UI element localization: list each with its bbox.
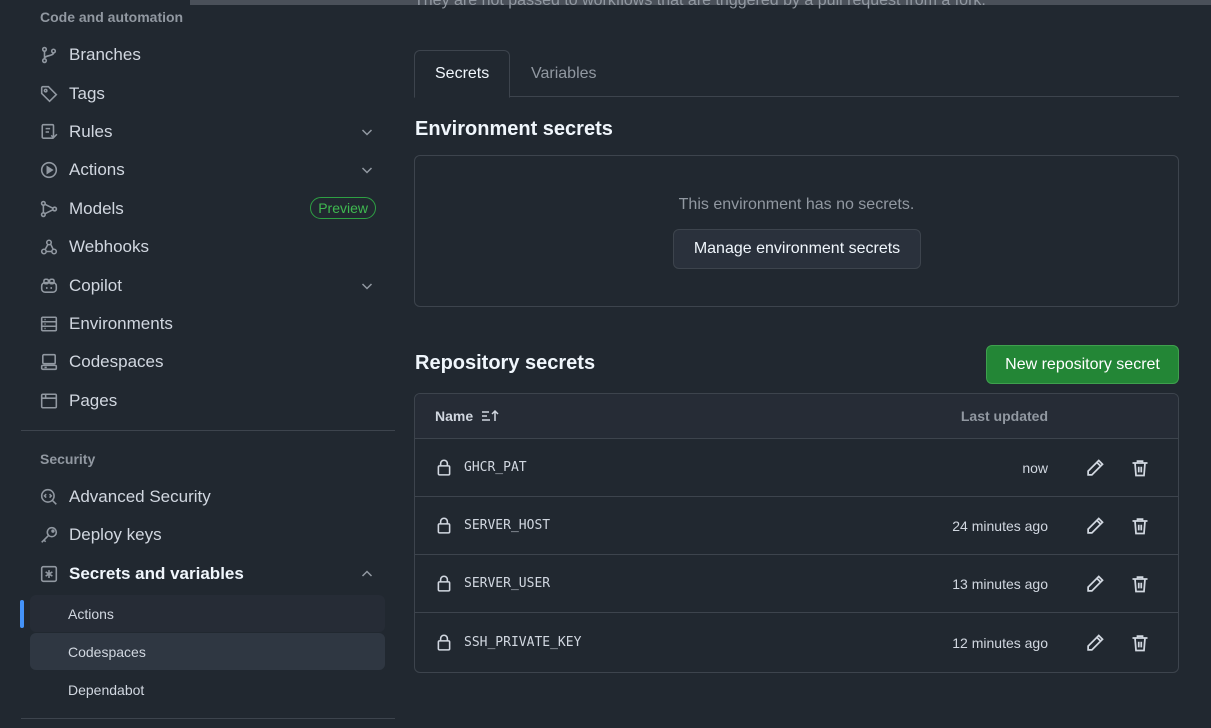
env-empty-message: This environment has no secrets. — [678, 196, 915, 213]
pencil-icon[interactable] — [1085, 574, 1105, 594]
preview-badge: Preview — [310, 197, 376, 219]
pencil-icon[interactable] — [1085, 516, 1105, 536]
pencil-icon[interactable] — [1085, 633, 1105, 653]
secret-updated: 12 minutes ago — [952, 635, 1048, 651]
sidebar-item-codespaces[interactable]: Codespaces — [30, 345, 385, 379]
sidebar-item-branches[interactable]: Branches — [30, 38, 385, 72]
intro-text: They are not passed to workflows that ar… — [414, 0, 986, 9]
sidebar-item-secrets-and-variables[interactable]: Secrets and variables — [30, 557, 385, 591]
sidebar-item-label: Tags — [69, 84, 105, 103]
secret-name: SSH_PRIVATE_KEY — [464, 635, 582, 650]
sort-icon — [482, 409, 499, 421]
secret-name: SERVER_USER — [464, 576, 551, 591]
codescan-icon — [39, 487, 59, 507]
asterisk-icon — [39, 564, 59, 584]
secret-updated: 13 minutes ago — [952, 576, 1048, 592]
sidebar-item-label: Rules — [69, 122, 113, 141]
sidebar-item-label: Pages — [69, 391, 118, 410]
tag-icon — [39, 84, 59, 104]
sidebar-item-label: Copilot — [69, 276, 122, 295]
sidebar-subitem-label: Actions — [68, 605, 114, 622]
secrets-main-panel: They are not passed to workflows that ar… — [414, 0, 1179, 728]
chevron-up-icon — [361, 570, 373, 577]
key-icon — [39, 525, 59, 545]
active-indicator — [20, 600, 24, 628]
rules-icon — [39, 122, 59, 142]
sidebar-item-environments[interactable]: Environments — [30, 307, 385, 341]
secret-name: SERVER_HOST — [464, 518, 551, 533]
chevron-down-icon — [361, 167, 373, 174]
sidebar-item-webhooks[interactable]: Webhooks — [30, 230, 385, 264]
trash-icon[interactable] — [1130, 516, 1150, 536]
pencil-icon[interactable] — [1085, 458, 1105, 478]
models-icon — [39, 199, 59, 219]
lock-icon — [437, 634, 451, 651]
lock-icon — [437, 517, 451, 534]
repository-secrets-table: Name Last updated GHCR_PAT now SERVER_HO… — [414, 393, 1179, 673]
sidebar-item-rules[interactable]: Rules — [30, 115, 385, 149]
sidebar-subitem-label: Codespaces — [68, 643, 146, 660]
table-row: SERVER_USER 13 minutes ago — [415, 555, 1178, 613]
sidebar-item-label: Models — [69, 199, 124, 218]
webhook-icon — [39, 237, 59, 257]
sidebar-item-advanced-security[interactable]: Advanced Security — [30, 480, 385, 514]
trash-icon[interactable] — [1130, 458, 1150, 478]
table-row: SERVER_HOST 24 minutes ago — [415, 497, 1178, 555]
settings-sidebar: Code and automation Branches Tags Rules … — [0, 0, 400, 728]
secret-name: GHCR_PAT — [464, 460, 527, 475]
sidebar-item-deploy-keys[interactable]: Deploy keys — [30, 518, 385, 552]
sidebar-item-pages[interactable]: Pages — [30, 384, 385, 418]
table-row: GHCR_PAT now — [415, 439, 1178, 497]
manage-environment-secrets-button[interactable]: Manage environment secrets — [673, 229, 921, 269]
chevron-down-icon — [361, 283, 373, 290]
play-icon — [39, 160, 59, 180]
sidebar-subitem-dependabot[interactable]: Dependabot — [30, 671, 385, 708]
lock-icon — [437, 575, 451, 592]
sidebar-subitem-actions[interactable]: Actions — [30, 595, 385, 632]
secret-updated: now — [1022, 460, 1048, 476]
lock-icon — [437, 459, 451, 476]
last-updated-column-header: Last updated — [960, 408, 1048, 424]
server-icon — [39, 314, 59, 334]
sidebar-divider — [21, 718, 395, 719]
table-row: SSH_PRIVATE_KEY 12 minutes ago — [415, 614, 1178, 672]
security-heading: Security — [40, 451, 96, 467]
name-column-label: Name — [435, 408, 474, 424]
new-repository-secret-button[interactable]: New repository secret — [986, 345, 1179, 384]
sidebar-item-label: Codespaces — [69, 352, 164, 371]
chevron-down-icon — [361, 129, 373, 136]
environment-secrets-box: This environment has no secrets. Manage … — [414, 155, 1179, 307]
sidebar-item-label: Branches — [69, 45, 141, 64]
sidebar-item-tags[interactable]: Tags — [30, 77, 385, 111]
table-header: Name Last updated — [415, 394, 1178, 439]
sidebar-divider — [21, 430, 395, 431]
trash-icon[interactable] — [1130, 633, 1150, 653]
sidebar-item-label: Advanced Security — [69, 487, 211, 506]
sidebar-item-label: Environments — [69, 314, 173, 333]
secrets-variables-tabs: Secrets Variables — [414, 50, 1179, 98]
sidebar-item-label: Secrets and variables — [69, 564, 244, 583]
tab-secrets[interactable]: Secrets — [414, 50, 511, 98]
trash-icon[interactable] — [1130, 574, 1150, 594]
sidebar-item-copilot[interactable]: Copilot — [30, 269, 385, 303]
branch-icon — [39, 45, 59, 65]
name-column-header[interactable]: Name — [435, 408, 501, 424]
sidebar-subitem-label: Dependabot — [68, 681, 145, 698]
environment-secrets-heading: Environment secrets — [415, 118, 613, 140]
secret-updated: 24 minutes ago — [952, 518, 1048, 534]
sidebar-item-label: Webhooks — [69, 237, 150, 256]
sidebar-item-models[interactable]: Models Preview — [30, 192, 385, 226]
tab-variables[interactable]: Variables — [511, 50, 617, 97]
repository-secrets-heading: Repository secrets — [415, 352, 596, 374]
code-automation-heading: Code and automation — [40, 9, 184, 25]
browser-icon — [39, 391, 59, 411]
sidebar-item-label: Actions — [69, 160, 125, 179]
sidebar-item-actions[interactable]: Actions — [30, 153, 385, 187]
codespaces-icon — [39, 352, 59, 372]
copilot-icon — [39, 276, 59, 296]
sidebar-subitem-codespaces[interactable]: Codespaces — [30, 633, 385, 670]
sidebar-item-label: Deploy keys — [69, 525, 162, 544]
